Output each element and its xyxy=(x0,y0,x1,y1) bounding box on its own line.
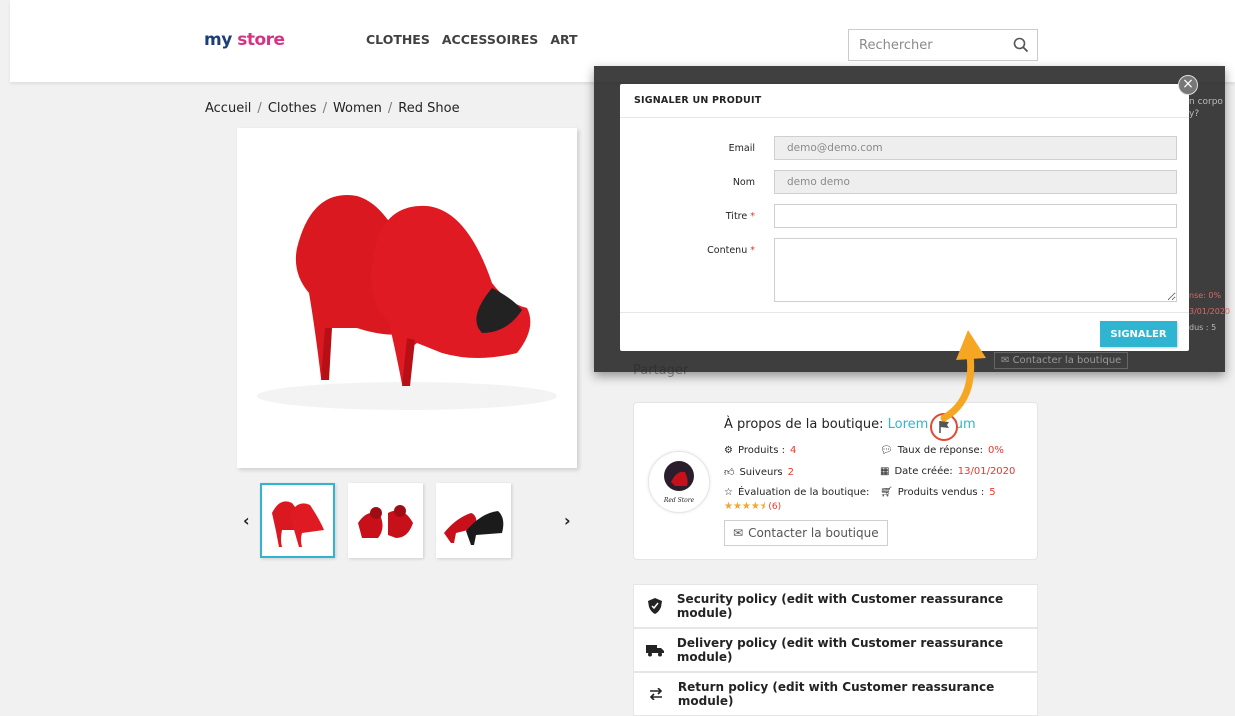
thumbnail-2[interactable] xyxy=(348,483,423,558)
delivery-policy[interactable]: Delivery policy (edit with Customer reas… xyxy=(633,628,1038,672)
main-nav: CLOTHES ACCESSOIRES ART xyxy=(366,32,578,47)
boxes-icon: ⚙ xyxy=(724,445,733,456)
store-logo[interactable]: my store xyxy=(204,30,285,50)
return-policy[interactable]: Return policy (edit with Customer reassu… xyxy=(633,672,1038,716)
shield-icon xyxy=(634,598,677,614)
stat-products: ⚙ Produits :4 xyxy=(724,445,797,456)
breadcrumb: Accueil / Clothes / Women / Red Shoe xyxy=(205,101,460,116)
email-label: Email xyxy=(728,143,755,154)
avatar-text: Red Store xyxy=(663,497,695,504)
chat-icon: 💬︎ xyxy=(880,445,893,456)
stat-response-rate: 💬︎ Taux de réponse: 0% xyxy=(880,445,1004,456)
name-label: Nom xyxy=(732,177,755,188)
thumbnail-3[interactable] xyxy=(436,483,511,558)
security-policy[interactable]: Security policy (edit with Customer reas… xyxy=(633,584,1038,628)
report-product-modal: SIGNALER UN PRODUIT Email Nom Titre * Co… xyxy=(620,84,1189,351)
thumb-red-shoe-icon xyxy=(272,501,324,547)
envelope-icon: ✉ xyxy=(733,526,744,540)
breadcrumb-item-home[interactable]: Accueil xyxy=(205,101,251,116)
modal-divider xyxy=(620,117,1189,118)
search-icon[interactable] xyxy=(1013,37,1029,53)
cart-icon: 🛒︎ xyxy=(880,487,893,498)
thumb-pumps-icon xyxy=(444,511,504,545)
search-input[interactable] xyxy=(849,30,999,60)
exchange-icon xyxy=(634,688,678,700)
title-label: Titre * xyxy=(725,211,755,222)
breadcrumb-item-current: Red Shoe xyxy=(398,101,460,116)
calendar-icon: ▦ xyxy=(880,466,890,477)
modal-title: SIGNALER UN PRODUIT xyxy=(634,95,762,106)
nav-item-accessoires[interactable]: ACCESSOIRES xyxy=(442,32,538,47)
product-thumbnails: ‹ › xyxy=(237,483,577,563)
thumbnail-1[interactable] xyxy=(260,483,335,558)
contact-shop-button[interactable]: ✉ Contacter la boutique xyxy=(724,520,888,546)
name-field[interactable] xyxy=(774,170,1177,194)
content-label: Contenu * xyxy=(707,245,755,256)
star-outline-icon: ☆ xyxy=(724,487,733,498)
truck-icon xyxy=(634,644,677,657)
title-field[interactable] xyxy=(774,204,1177,228)
breadcrumb-item-women[interactable]: Women xyxy=(333,101,382,116)
close-icon[interactable]: × xyxy=(1178,75,1198,95)
breadcrumb-item-clothes[interactable]: Clothes xyxy=(268,101,317,116)
email-field[interactable] xyxy=(774,136,1177,160)
annotation-arrow-icon xyxy=(940,330,986,422)
stat-products-sold: 🛒︎ Produits vendus :5 xyxy=(880,487,996,498)
half-star-icon: ⯨ xyxy=(759,501,766,512)
nav-item-art[interactable]: ART xyxy=(550,32,577,47)
behind-contact-button: ✉ Contacter la boutique xyxy=(994,352,1129,369)
red-shoe-image xyxy=(257,195,557,410)
shop-avatar[interactable]: Red Store xyxy=(648,451,710,513)
product-main-image[interactable] xyxy=(237,128,577,468)
thumb-bow-shoe-icon xyxy=(358,505,413,538)
thumbs-up-icon: 👍︎ xyxy=(724,467,735,478)
report-submit-button[interactable]: SIGNALER xyxy=(1100,321,1177,347)
stat-rating: ☆ Évaluation de la boutique: xyxy=(724,487,870,498)
search-box xyxy=(848,29,1038,61)
behind-text-2: nse: 0% 3/01/2020 dus : 5 xyxy=(1189,291,1231,332)
behind-text-1: n corpo y? xyxy=(1189,97,1223,119)
content-field[interactable] xyxy=(774,238,1177,302)
stat-created-date: ▦ Date créée: 13/01/2020 xyxy=(880,466,1016,477)
nav-item-clothes[interactable]: CLOTHES xyxy=(366,32,430,47)
modal-footer-divider xyxy=(620,312,1189,313)
stat-followers: 👍︎ Suiveurs 2 xyxy=(724,466,795,479)
thumbs-next-icon[interactable]: › xyxy=(564,511,571,530)
thumbs-prev-icon[interactable]: ‹ xyxy=(243,511,250,530)
rating-stars: ★★★★⯨ (6) xyxy=(724,501,782,512)
